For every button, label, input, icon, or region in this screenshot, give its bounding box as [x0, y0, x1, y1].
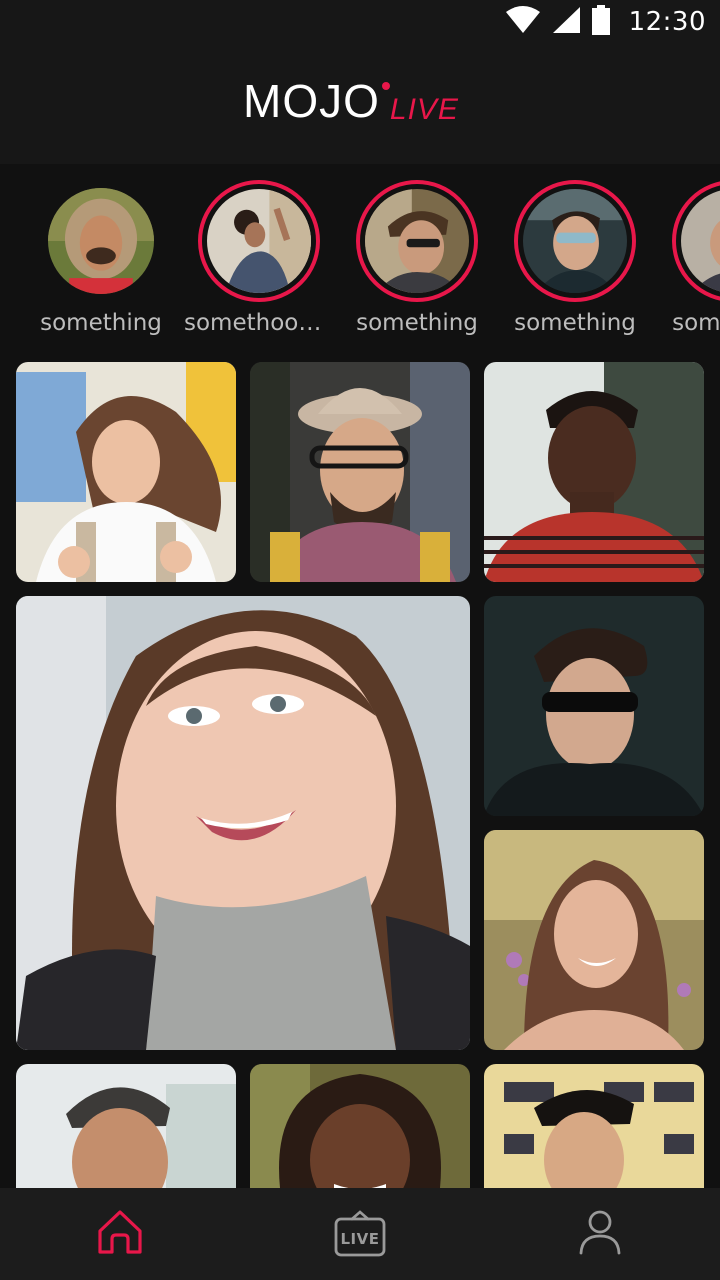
feed-tile[interactable]	[484, 830, 704, 1050]
feed-photo	[484, 1064, 704, 1188]
nav-live[interactable]: LIVE	[300, 1188, 420, 1280]
story-label: something	[40, 310, 162, 336]
battery-icon	[591, 4, 611, 40]
bottom-nav: LIVE	[0, 1188, 720, 1280]
logo-dot	[381, 82, 390, 90]
nav-home[interactable]	[60, 1188, 180, 1280]
profile-icon	[578, 1209, 622, 1260]
feed-photo	[16, 1064, 236, 1188]
story-ring	[514, 180, 636, 302]
stories-row[interactable]: something somethooooo something somethin…	[0, 164, 720, 354]
feed-tile[interactable]	[484, 362, 704, 582]
feed-photo	[484, 596, 704, 816]
feed-tile[interactable]	[484, 1064, 704, 1188]
story-label: something	[672, 310, 720, 336]
story-ring	[40, 180, 162, 302]
story-item[interactable]: somethooooo	[180, 180, 338, 336]
avatar	[523, 189, 627, 293]
story-item[interactable]: something	[496, 180, 654, 336]
nav-profile[interactable]	[540, 1188, 660, 1280]
signal-icon	[551, 6, 581, 39]
status-time: 12:30	[628, 7, 706, 37]
feed-photo	[16, 362, 236, 582]
avatar	[681, 189, 720, 293]
feed-photo	[250, 362, 470, 582]
avatar	[365, 189, 469, 293]
avatar	[207, 189, 311, 293]
feed-tile[interactable]	[16, 596, 470, 1050]
app-logo: MOJO LIVE	[243, 76, 459, 126]
app-header: MOJO LIVE	[0, 44, 720, 164]
logo-main-text: MOJO	[243, 75, 380, 127]
avatar	[48, 188, 154, 294]
feed-photo	[250, 1064, 470, 1188]
feed-photo	[484, 830, 704, 1050]
feed-tile[interactable]	[250, 362, 470, 582]
home-icon	[96, 1209, 144, 1260]
feed-tile[interactable]	[484, 596, 704, 816]
feed-tile[interactable]	[250, 1064, 470, 1188]
feed-photo	[484, 362, 704, 582]
story-item[interactable]: something	[338, 180, 496, 336]
feed-photo	[16, 596, 470, 1050]
feed-tile[interactable]	[16, 362, 236, 582]
story-item[interactable]: something	[654, 180, 720, 336]
story-ring	[198, 180, 320, 302]
story-ring	[672, 180, 720, 302]
story-ring	[356, 180, 478, 302]
story-item[interactable]: something	[22, 180, 180, 336]
logo-sub-text: LIVE	[389, 93, 459, 126]
live-label: LIVE	[340, 1230, 380, 1248]
status-bar: 12:30	[0, 0, 720, 44]
live-tv-icon: LIVE	[333, 1210, 387, 1258]
story-label: somethooooo	[184, 310, 334, 336]
status-icons: 12:30	[505, 4, 706, 40]
feed-tile[interactable]	[16, 1064, 236, 1188]
wifi-icon	[505, 5, 541, 39]
story-label: something	[356, 310, 478, 336]
story-label: something	[514, 310, 636, 336]
